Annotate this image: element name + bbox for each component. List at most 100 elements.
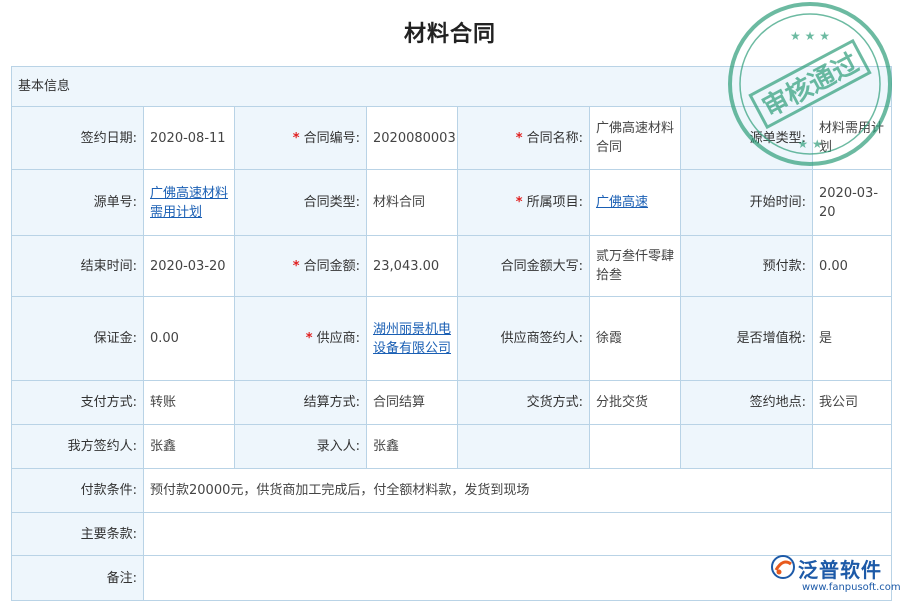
field-label-text: 签约地点: (750, 395, 806, 410)
form-row: 我方签约人:张鑫录入人:张鑫 (12, 425, 892, 469)
field-value: 转账 (144, 381, 235, 425)
form-row-wide: 备注: (12, 556, 892, 601)
field-label-text: 录入人: (317, 439, 360, 454)
field-value-text: 2020080003 (373, 131, 456, 146)
field-value: 2020-08-11 (144, 107, 235, 170)
field-label: *所属项目: (458, 170, 590, 236)
field-value: 材料需用计划 (813, 107, 892, 170)
field-value: 我公司 (813, 381, 892, 425)
field-label-text: 供应商签约人: (501, 331, 583, 346)
form-row: 结束时间: 2020-03-20 *合同金额:23,043.00合同金额大写:贰万叁… (12, 236, 892, 297)
field-value (590, 425, 681, 469)
field-value-link[interactable]: 广佛高速材料需用计划 (150, 186, 228, 220)
required-marker: * (306, 331, 313, 346)
field-value: 2020080003 (367, 107, 458, 170)
field-label: *合同金额: (235, 236, 367, 297)
field-value[interactable]: 广佛高速 (590, 170, 681, 236)
required-marker: * (293, 259, 300, 274)
field-value[interactable]: 广佛高速材料需用计划 (144, 170, 235, 236)
field-label-text: 预付款: (763, 259, 806, 274)
field-label-text: 供应商: (317, 331, 360, 346)
form-row: 保证金: 0.00 * 供应商: 湖州丽景机电设备有限公司 供应商签约人: 徐霞 是否增值税:… (12, 297, 892, 381)
form-row: 源单号: 广佛高速材料需用计划 合同类型: 材料合同 *所属项目: 广佛高速 开始时间:20… (12, 170, 892, 236)
field-label-text: 结束时间: (81, 259, 137, 274)
field-value-text: 我公司 (819, 395, 858, 410)
field-value-text: 是 (819, 331, 832, 346)
field-label: 签约日期: (12, 107, 144, 170)
required-marker: * (516, 131, 523, 146)
field-label: 合同金额大写: (458, 236, 590, 297)
field-label-text: 付款条件: (81, 483, 137, 498)
field-value-text: 2020-03-20 (819, 186, 878, 220)
field-label: 源单类型: (681, 107, 813, 170)
field-label-text: 结算方式: (304, 395, 360, 410)
field-label-text: 合同类型: (304, 195, 360, 210)
field-label: 备注: (12, 556, 144, 601)
field-value: 2020-03-20 (813, 170, 892, 236)
field-value-text: 预付款20000元，供货商加工完成后，付全额材料款，发货到现场 (150, 483, 529, 498)
field-label: * 合同编号: (235, 107, 367, 170)
field-label-text: 合同名称: (527, 131, 583, 146)
form-row: 支付方式:转账结算方式:合同结算交货方式:分批交货签约地点:我公司 (12, 381, 892, 425)
field-label-text: 源单类型: (750, 131, 806, 146)
logo-url: www.fanpusoft.com (802, 582, 900, 593)
field-label: 是否增值税: (681, 297, 813, 381)
field-value-text: 2020-03-20 (150, 259, 226, 274)
field-value: 张鑫 (367, 425, 458, 469)
basic-info-table: 基本信息 签约日期:2020-08-11 * 合同编号: 2020080003 * 合同名… (11, 66, 892, 601)
field-value-text: 张鑫 (150, 439, 176, 454)
field-value[interactable]: 湖州丽景机电设备有限公司 (367, 297, 458, 381)
company-logo: 泛普软件 www.fanpusoft.com (770, 552, 894, 596)
field-value-text: 广佛高速材料合同 (596, 121, 674, 155)
required-marker: * (293, 131, 300, 146)
field-value-text: 徐霞 (596, 331, 622, 346)
field-value: 张鑫 (144, 425, 235, 469)
field-label-text: 源单号: (94, 195, 137, 210)
field-label: 结算方式: (235, 381, 367, 425)
field-label: 开始时间: (681, 170, 813, 236)
field-label-text: 支付方式: (81, 395, 137, 410)
form-row-wide: 付款条件: 预付款20000元，供货商加工完成后，付全额材料款，发货到现场 (12, 469, 892, 513)
field-value-text: 转账 (150, 395, 176, 410)
section-header-basic-info: 基本信息 (12, 67, 892, 107)
field-value: 是 (813, 297, 892, 381)
field-label-text: 备注: (107, 571, 137, 586)
field-value: 材料合同 (367, 170, 458, 236)
field-value: 徐霞 (590, 297, 681, 381)
field-label: 保证金: (12, 297, 144, 381)
required-marker: * (516, 195, 523, 210)
field-label (458, 425, 590, 469)
field-value: 预付款20000元，供货商加工完成后，付全额材料款，发货到现场 (144, 469, 892, 513)
field-label: 付款条件: (12, 469, 144, 513)
field-value-text: 贰万叁仟零肆拾叁 (596, 249, 674, 283)
field-label-text: 主要条款: (81, 527, 137, 542)
field-value-link[interactable]: 广佛高速 (596, 195, 648, 210)
field-value-text: 分批交货 (596, 395, 648, 410)
field-label: * 供应商: (235, 297, 367, 381)
field-value: 23,043.00 (367, 236, 458, 297)
field-value: 广佛高速材料合同 (590, 107, 681, 170)
field-label: 主要条款: (12, 513, 144, 556)
field-label: 支付方式: (12, 381, 144, 425)
field-label-text: 交货方式: (527, 395, 583, 410)
field-value-text: 0.00 (819, 259, 848, 274)
field-value-text: 材料合同 (373, 195, 425, 210)
field-value: 0.00 (813, 236, 892, 297)
field-value: 贰万叁仟零肆拾叁 (590, 236, 681, 297)
page-title: 材料合同 (0, 16, 900, 48)
field-label: 源单号: (12, 170, 144, 236)
form-row: 签约日期:2020-08-11 * 合同编号: 2020080003 * 合同名称: 广佛高… (12, 107, 892, 170)
field-label: 结束时间: (12, 236, 144, 297)
field-label-text: 合同编号: (304, 131, 360, 146)
field-label: 我方签约人: (12, 425, 144, 469)
field-value: 0.00 (144, 297, 235, 381)
field-label: * 合同名称: (458, 107, 590, 170)
logo-name: 泛普软件 (798, 554, 882, 583)
field-value: 2020-03-20 (144, 236, 235, 297)
field-label: 录入人: (235, 425, 367, 469)
field-value: 分批交货 (590, 381, 681, 425)
field-label: 交货方式: (458, 381, 590, 425)
field-label-text: 保证金: (94, 331, 137, 346)
field-label: 合同类型: (235, 170, 367, 236)
field-value-link[interactable]: 湖州丽景机电设备有限公司 (373, 322, 451, 356)
